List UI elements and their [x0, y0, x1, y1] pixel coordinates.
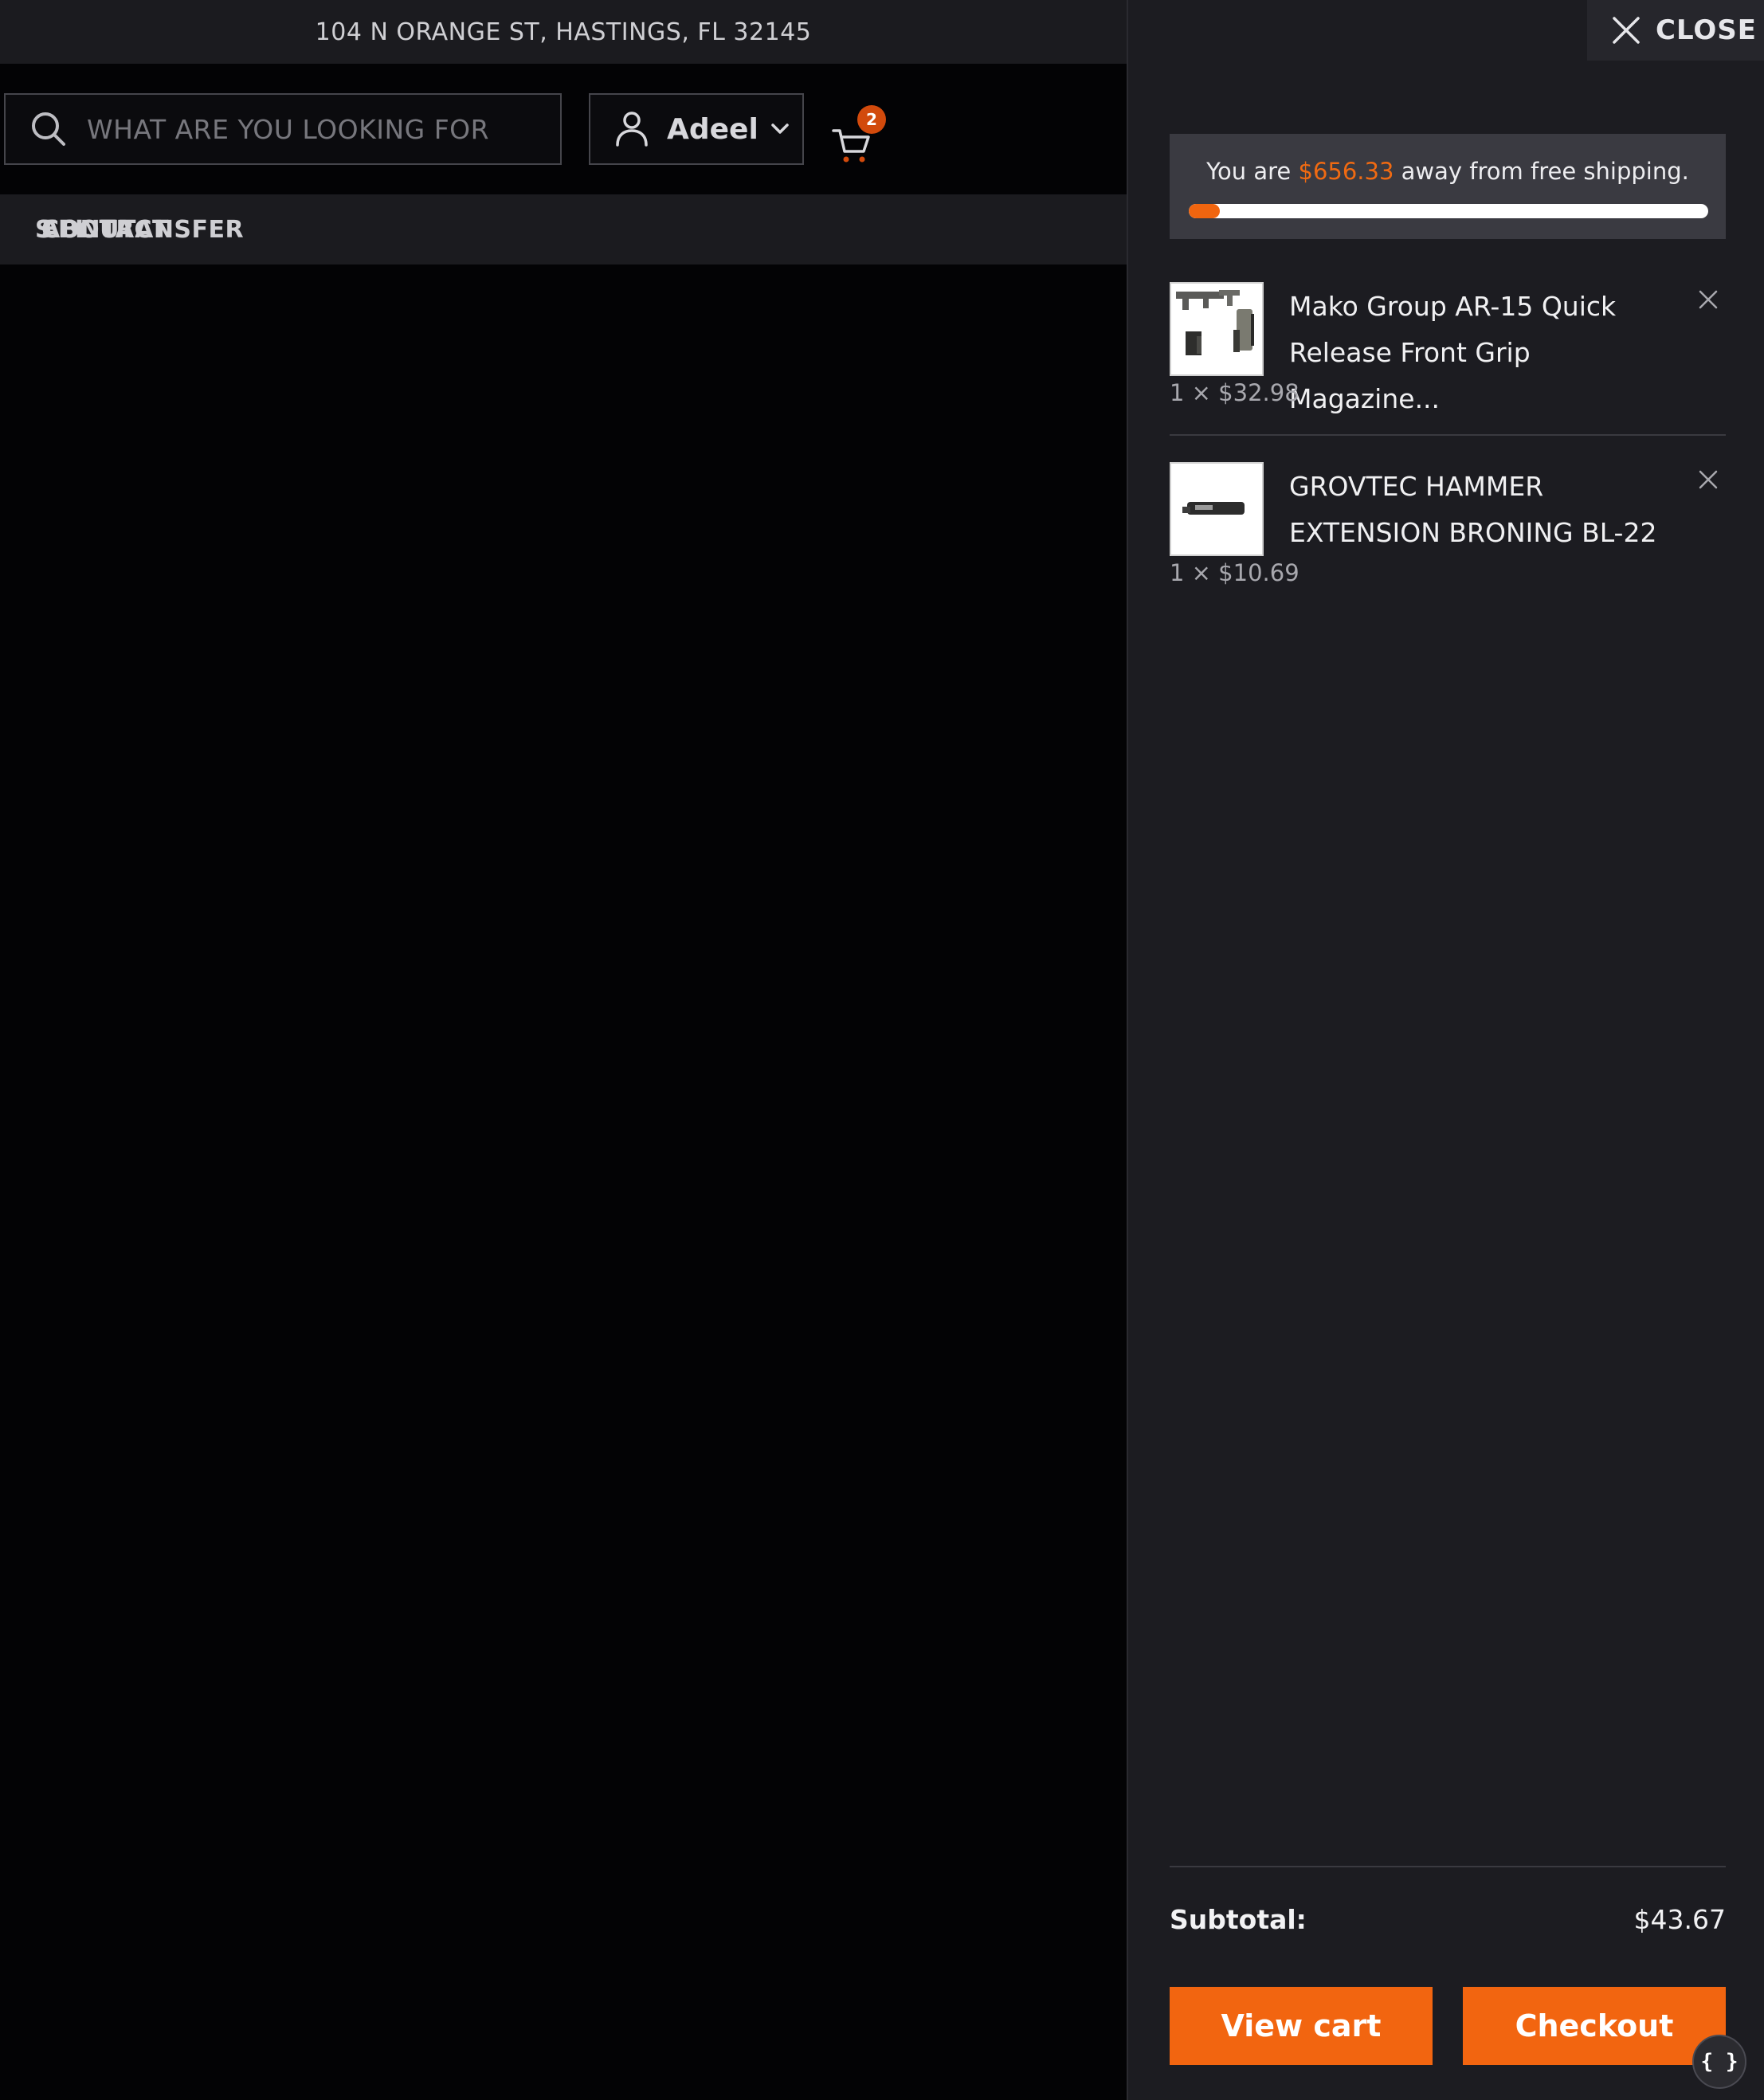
close-label: CLOSE	[1656, 14, 1758, 46]
store-address-bar: 104 N ORANGE ST, HASTINGS, FL 32145	[0, 0, 1127, 64]
remove-icon[interactable]	[1697, 468, 1719, 491]
cart-item-qty-price: 1 × $32.98	[1170, 379, 1299, 406]
item-divider	[1170, 434, 1726, 436]
cart-item-title[interactable]: GROVTEC HAMMER EXTENSION BRONING BL-22	[1289, 464, 1688, 556]
close-icon	[1613, 17, 1640, 44]
subtotal-row: Subtotal: $43.67	[1170, 1904, 1726, 1935]
subtotal-label: Subtotal:	[1170, 1904, 1307, 1935]
dev-tools-badge[interactable]: { }	[1692, 2035, 1746, 2089]
remove-icon[interactable]	[1697, 288, 1719, 311]
close-drawer-button[interactable]: CLOSE	[1587, 0, 1764, 61]
user-icon	[616, 112, 648, 147]
view-cart-button[interactable]: View cart	[1170, 1987, 1433, 2065]
cart-button[interactable]: 2	[829, 105, 892, 163]
main-nav: S FFL TRANSFER ABOUT CONTACT	[0, 194, 1127, 264]
product-thumbnail[interactable]	[1170, 282, 1264, 376]
subtotal-divider	[1170, 1866, 1726, 1867]
shipping-prefix: You are	[1206, 158, 1299, 185]
cart-count-badge: 2	[857, 105, 886, 134]
product-image	[1176, 290, 1254, 355]
product-image	[1182, 502, 1245, 515]
shipping-suffix: away from free shipping.	[1394, 158, 1689, 185]
cart-item: Mako Group AR-15 Quick Release Front Gri…	[1170, 282, 1726, 414]
account-name: Adeel	[667, 112, 759, 146]
search-input[interactable]	[87, 113, 533, 145]
shipping-progress-bar	[1189, 204, 1708, 218]
cart-drawer: CLOSE You are $656.33 away from free shi…	[1127, 0, 1764, 2100]
search-icon[interactable]	[26, 107, 71, 151]
page-overlay[interactable]	[0, 264, 1127, 2100]
cart-item-title[interactable]: Mako Group AR-15 Quick Release Front Gri…	[1289, 284, 1688, 422]
cart-item-qty-price: 1 × $10.69	[1170, 559, 1299, 586]
product-thumbnail[interactable]	[1170, 462, 1264, 556]
free-shipping-message: You are $656.33 away from free shipping.	[1170, 158, 1726, 185]
cart-item: GROVTEC HAMMER EXTENSION BRONING BL-22 1…	[1170, 462, 1726, 590]
shipping-remaining-amount: $656.33	[1298, 158, 1394, 185]
subtotal-value: $43.67	[1633, 1904, 1726, 1935]
shipping-progress-fill	[1189, 204, 1221, 218]
free-shipping-notice: You are $656.33 away from free shipping.	[1170, 134, 1726, 239]
account-menu-button[interactable]: Adeel	[589, 93, 804, 165]
search-box[interactable]	[4, 93, 562, 165]
site-header: Adeel 2	[0, 64, 1127, 194]
store-address: 104 N ORANGE ST, HASTINGS, FL 32145	[315, 18, 812, 46]
nav-item-contact[interactable]: CONTACT	[41, 216, 598, 244]
checkout-button[interactable]: Checkout	[1463, 1987, 1726, 2065]
chevron-down-icon	[771, 123, 789, 134]
